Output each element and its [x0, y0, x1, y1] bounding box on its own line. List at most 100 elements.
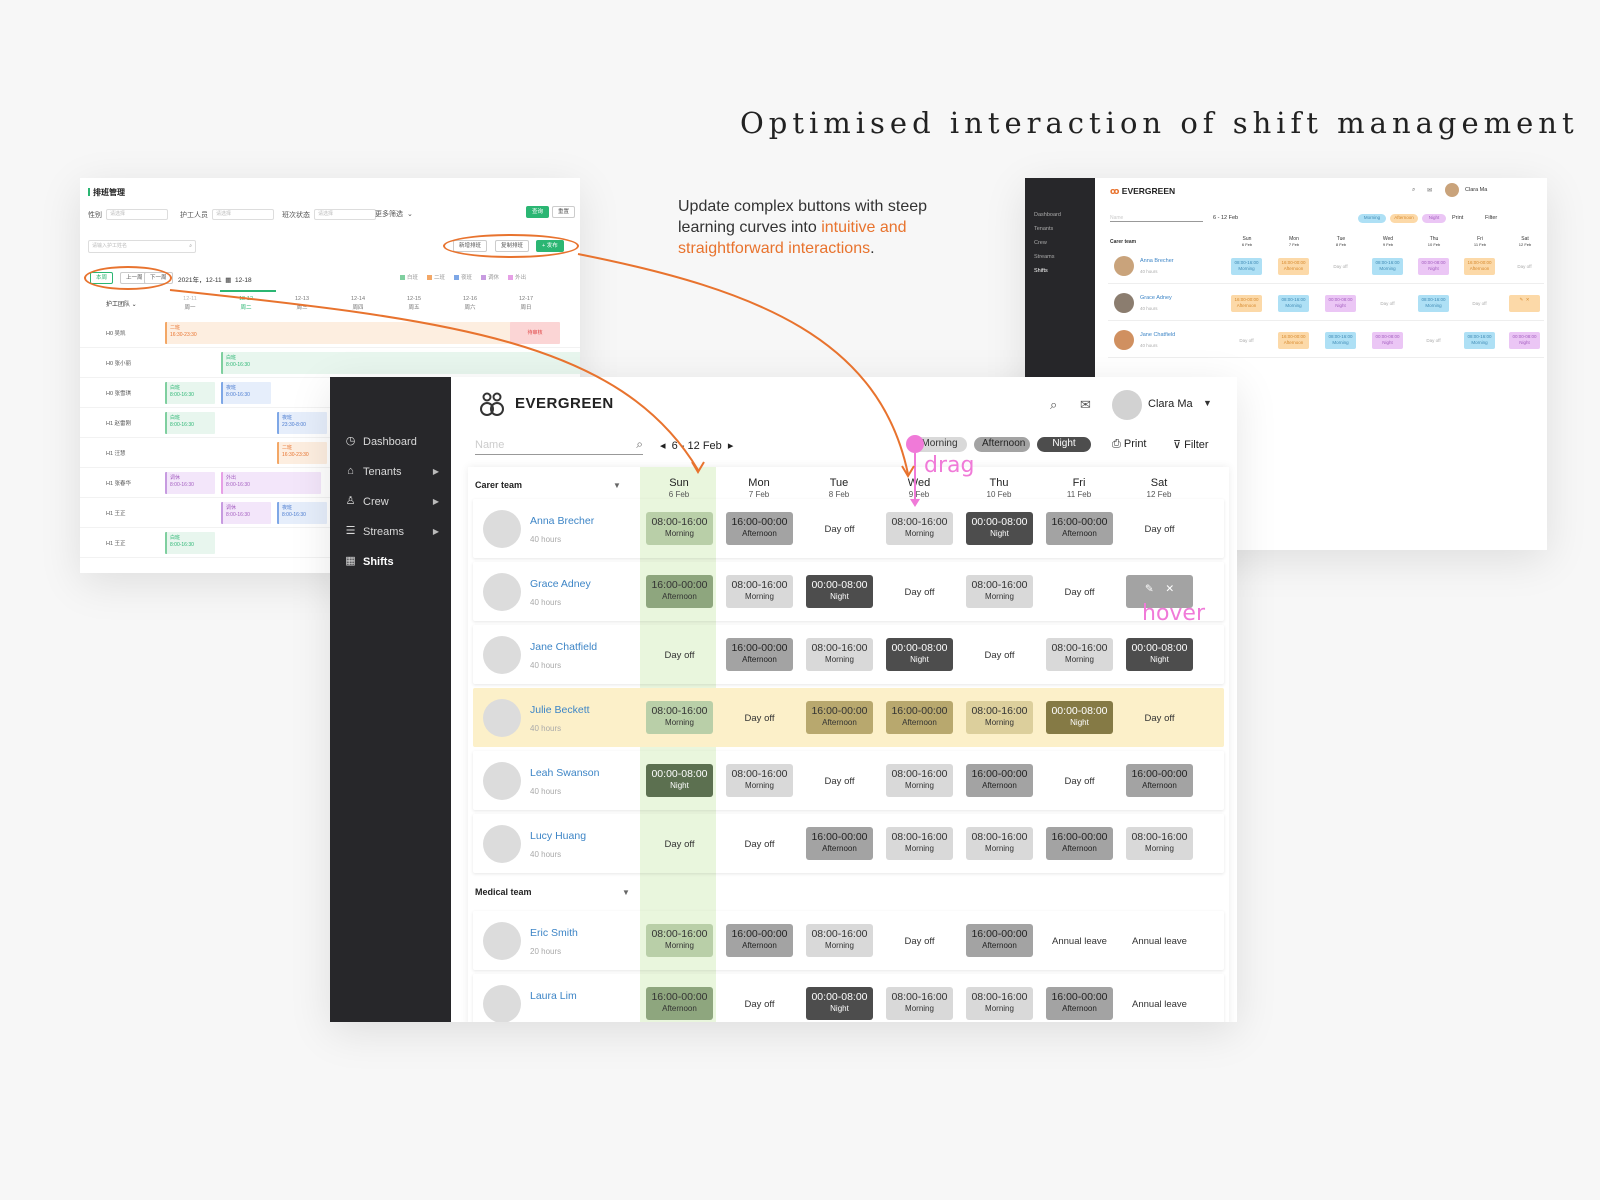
chip-afternoon[interactable]: Afternoon — [974, 437, 1030, 452]
old-shift-cell[interactable]: 调休 8:00-16:30 — [221, 502, 271, 524]
shift-cell[interactable]: 16:00-00:00 Afternoon — [646, 575, 713, 608]
mini-shift-cell[interactable]: 16:00-00:00 Afternoon — [1278, 332, 1309, 349]
week-selector[interactable]: ◂ 6 - 12 Feb ▸ — [660, 439, 733, 452]
old-filter-gender[interactable]: 性别 请选择 — [88, 209, 168, 220]
shift-cell[interactable]: 08:00-16:00 Morning — [1046, 638, 1113, 671]
shift-cell[interactable]: 08:00-16:00 Morning — [886, 512, 953, 545]
old-team-header[interactable]: 护工团队 ⌄ — [106, 299, 137, 308]
shift-cell[interactable]: Annual leave — [1126, 924, 1193, 957]
shift-cell[interactable]: 08:00-16:00 Morning — [646, 701, 713, 734]
mini-nav-item[interactable]: Shifts — [1025, 264, 1095, 278]
shift-cell[interactable]: 08:00-16:00 Morning — [886, 764, 953, 797]
mini-shift-cell[interactable]: 16:00-00:00 Afternoon — [1231, 295, 1262, 312]
chevron-down-icon[interactable]: ▼ — [622, 888, 630, 897]
mini-chip-morning[interactable]: Morning — [1358, 214, 1386, 223]
mini-nav-item[interactable]: Streams — [1025, 250, 1095, 264]
old-reset-button[interactable]: 重置 — [552, 206, 576, 218]
old-pending-cell[interactable]: 待审核 — [510, 322, 560, 344]
mini-shift-cell[interactable]: 08:00-16:00 Morning — [1372, 258, 1403, 275]
person-name[interactable]: Eric Smith — [530, 927, 578, 939]
shift-cell[interactable]: 00:00-08:00 Night — [1126, 638, 1193, 671]
nav-tenants[interactable]: ⌂ Tenants ▶ — [344, 465, 439, 478]
chevron-down-icon[interactable]: ▼ — [1203, 398, 1212, 408]
user-name[interactable]: Clara Ma — [1148, 398, 1193, 410]
old-search-input[interactable]: 请输入护工姓名 ⌕ — [88, 240, 196, 253]
shift-cell[interactable]: 08:00-16:00 Morning — [726, 764, 793, 797]
shift-cell[interactable]: 08:00-16:00 Morning — [806, 638, 873, 671]
filter-button[interactable]: ⊽ Filter — [1173, 438, 1209, 451]
chevron-down-icon[interactable]: ▼ — [613, 481, 621, 490]
old-filter-select[interactable]: 请选择 — [106, 209, 168, 220]
old-shift-cell[interactable]: 白班 8:00-16:30 — [165, 532, 215, 554]
team-header[interactable]: Carer team — [475, 480, 522, 490]
shift-cell[interactable]: 16:00-00:00 Afternoon — [1046, 512, 1113, 545]
mini-print-button[interactable]: Print — [1452, 215, 1463, 221]
mini-nav-item[interactable]: Tenants — [1025, 222, 1095, 236]
mini-shift-cell[interactable]: Day off — [1464, 295, 1495, 312]
mini-shift-cell[interactable]: 08:00-16:00 Morning — [1278, 295, 1309, 312]
mini-shift-cell[interactable]: 16:00-00:00 Afternoon — [1278, 258, 1309, 275]
mini-shift-cell[interactable]: 00:00-08:00 Night — [1325, 295, 1356, 312]
shift-cell[interactable]: Day off — [886, 924, 953, 957]
shift-cell[interactable]: Day off — [966, 638, 1033, 671]
search-icon[interactable]: ⌕ — [1412, 187, 1415, 194]
shift-cell[interactable]: Day off — [726, 827, 793, 860]
old-query-button[interactable]: 查询 — [526, 206, 550, 218]
edit-icon[interactable]: ✎ — [1145, 583, 1154, 595]
person-name[interactable]: Lucy Huang — [530, 830, 586, 842]
shift-cell[interactable]: Day off — [726, 987, 793, 1020]
shift-cell[interactable]: 00:00-08:00 Night — [806, 575, 873, 608]
shift-cell[interactable]: Day off — [646, 638, 713, 671]
shift-cell[interactable]: 00:00-08:00 Night — [886, 638, 953, 671]
edit-icon[interactable]: ✎ — [1519, 297, 1523, 302]
mini-chip-afternoon[interactable]: Afternoon — [1390, 214, 1418, 223]
mini-shift-cell[interactable]: 08:00-16:00 Morning — [1464, 332, 1495, 349]
mini-nav-item[interactable]: Dashboard — [1025, 208, 1095, 222]
shift-cell[interactable]: 16:00-00:00 Afternoon — [886, 701, 953, 734]
shift-cell[interactable]: 08:00-16:00 Morning — [966, 987, 1033, 1020]
mini-shift-cell[interactable]: 00:00-08:00 Night — [1509, 332, 1540, 349]
shift-cell[interactable]: 08:00-16:00 Morning — [806, 924, 873, 957]
old-more-filters[interactable]: 更多筛选 ⌄ — [375, 209, 413, 219]
mini-person-name[interactable]: Anna Brecher — [1140, 258, 1174, 264]
team-header[interactable]: Medical team — [475, 887, 532, 897]
shift-cell[interactable]: 16:00-00:00 Afternoon — [806, 827, 873, 860]
shift-cell[interactable]: 16:00-00:00 Afternoon — [966, 764, 1033, 797]
old-shift-cell[interactable]: 二班 16:30-23:30 — [277, 442, 327, 464]
shift-cell[interactable]: Day off — [806, 512, 873, 545]
mail-icon[interactable]: ✉ — [1427, 187, 1432, 194]
mini-shift-cell[interactable]: 00:00-08:00 Night — [1418, 258, 1449, 275]
shift-cell[interactable]: 16:00-00:00 Afternoon — [1126, 764, 1193, 797]
shift-cell[interactable]: Day off — [646, 827, 713, 860]
shift-cell[interactable]: 00:00-08:00 Night — [966, 512, 1033, 545]
old-filter-carer[interactable]: 护工人员 请选择 — [180, 209, 274, 220]
old-shift-cell[interactable]: 夜班 8:00-16:30 — [277, 502, 327, 524]
old-shift-cell[interactable]: 夜班 23:30-8:00 — [277, 412, 327, 434]
old-shift-cell[interactable]: 调休 8:00-16:30 — [165, 472, 215, 494]
person-name[interactable]: Jane Chatfield — [530, 641, 597, 653]
mini-chip-night[interactable]: Night — [1422, 214, 1446, 223]
next-week-icon[interactable]: ▸ — [728, 440, 734, 452]
person-name[interactable]: Laura Lim — [530, 990, 577, 1002]
person-name[interactable]: Anna Brecher — [530, 515, 594, 527]
nav-dashboard[interactable]: ◷ Dashboard — [344, 435, 439, 448]
drag-handle[interactable] — [906, 435, 924, 453]
shift-cell[interactable]: Day off — [1046, 575, 1113, 608]
prev-week-icon[interactable]: ◂ — [660, 440, 666, 452]
mini-shift-cell[interactable]: ✎ ✕ — [1509, 295, 1540, 312]
shift-cell[interactable]: 16:00-00:00 Afternoon — [726, 924, 793, 957]
shift-cell[interactable]: 00:00-08:00 Night — [1046, 701, 1113, 734]
shift-cell[interactable]: 16:00-00:00 Afternoon — [1046, 827, 1113, 860]
nav-shifts[interactable]: ▦ Shifts — [344, 555, 439, 568]
shift-cell[interactable]: 08:00-16:00 Morning — [886, 827, 953, 860]
old-filter-select[interactable]: 请选择 — [314, 209, 376, 220]
chip-night[interactable]: Night — [1037, 437, 1091, 452]
nav-crew[interactable]: ♙ Crew ▶ — [344, 495, 439, 508]
old-shift-cell[interactable]: 二班 16:30-23:30 — [165, 322, 520, 344]
avatar[interactable] — [1112, 390, 1142, 420]
shift-cell[interactable]: Day off — [1126, 701, 1193, 734]
person-name[interactable]: Grace Adney — [530, 578, 591, 590]
mini-week-label[interactable]: 6 - 12 Feb — [1213, 215, 1238, 221]
shift-cell[interactable]: 16:00-00:00 Afternoon — [726, 638, 793, 671]
shift-cell[interactable]: 08:00-16:00 Morning — [966, 575, 1033, 608]
